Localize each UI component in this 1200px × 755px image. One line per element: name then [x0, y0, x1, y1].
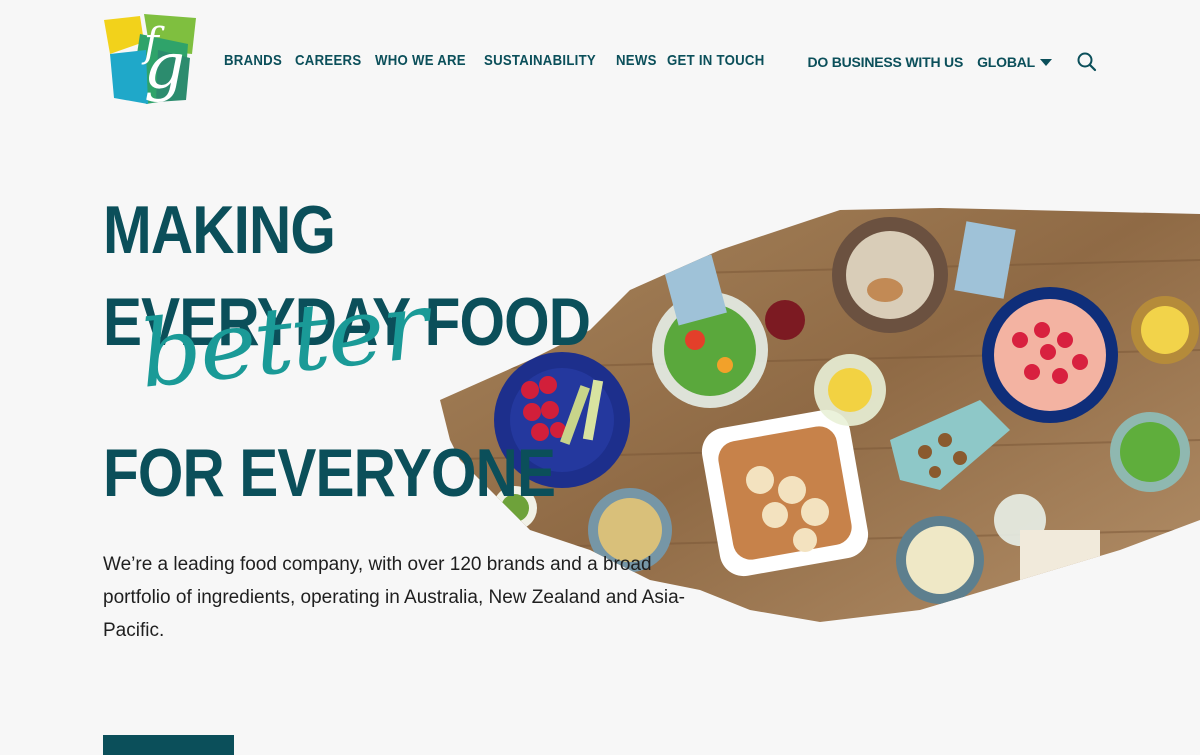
nav-sustainability[interactable]: SUSTAINABILITY: [484, 52, 596, 69]
caret-down-icon: [1040, 58, 1052, 66]
logo-mark: g f: [104, 14, 196, 104]
region-selector[interactable]: GLOBAL: [977, 54, 1052, 70]
search-icon: [1077, 52, 1097, 72]
utility-nav: DO BUSINESS WITH US GLOBAL: [807, 51, 1098, 73]
main-nav: BRANDS CAREERS WHO WE ARE SUSTAINABILITY…: [224, 52, 778, 69]
nav-brands[interactable]: BRANDS: [224, 52, 282, 69]
do-business-link[interactable]: DO BUSINESS WITH US: [807, 54, 963, 70]
nav-careers[interactable]: CAREERS: [295, 52, 361, 69]
nav-who-we-are[interactable]: WHO WE ARE: [375, 52, 466, 69]
search-button[interactable]: [1076, 51, 1098, 73]
hero-cta-button[interactable]: [103, 735, 234, 755]
hero-description: We’re a leading food company, with over …: [103, 554, 685, 641]
nav-get-in-touch[interactable]: GET IN TOUCH: [667, 52, 765, 69]
region-label: GLOBAL: [977, 54, 1035, 70]
headline-line-1: MAKING: [103, 192, 336, 268]
headline-line-3: FOR EVERYONE: [103, 435, 556, 511]
nav-news[interactable]: NEWS: [616, 52, 657, 69]
company-logo[interactable]: g f: [100, 14, 204, 106]
